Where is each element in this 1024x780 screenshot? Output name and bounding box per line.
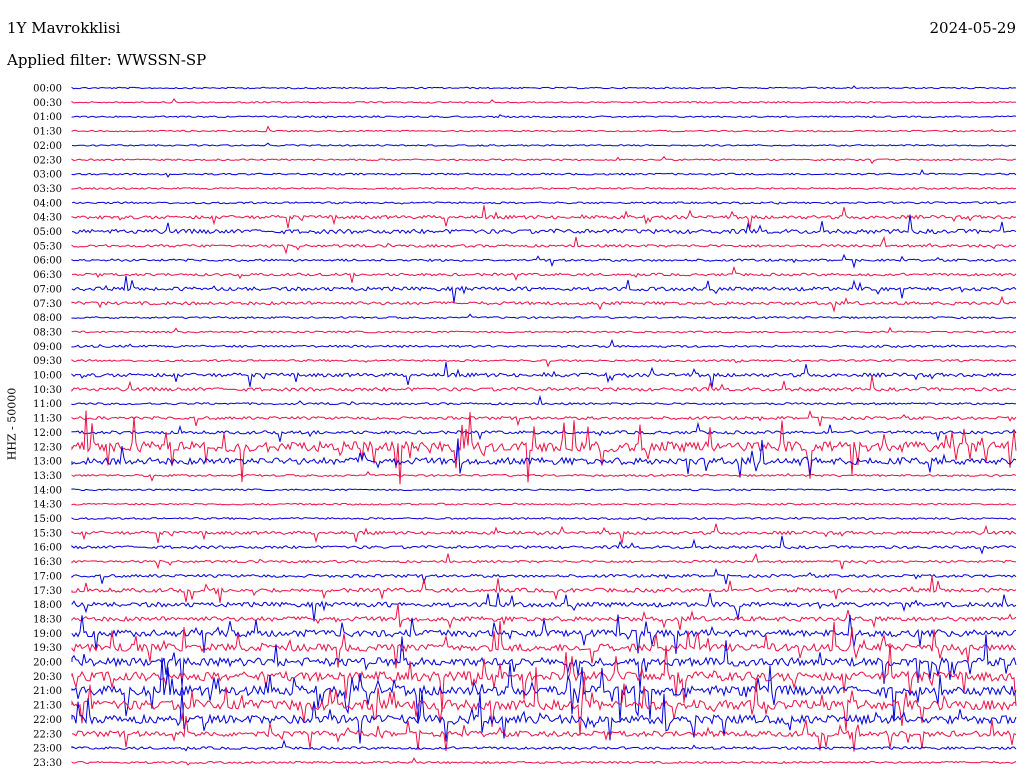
seismic-trace — [71, 200, 1017, 205]
row-time-label: 13:30 — [33, 471, 62, 482]
seismic-trace — [71, 313, 1017, 320]
row-time-label: 19:30 — [33, 643, 62, 654]
row-time-label: 11:00 — [33, 399, 62, 410]
seismic-trace — [71, 125, 1017, 133]
seismic-trace — [71, 535, 1017, 555]
seismic-trace — [71, 757, 1017, 766]
seismic-trace — [71, 338, 1017, 349]
row-time-label: 15:30 — [33, 528, 62, 539]
row-time-label: 22:00 — [33, 715, 62, 726]
seismic-trace — [71, 603, 1017, 631]
seismic-trace — [71, 567, 1017, 585]
row-time-label: 08:00 — [33, 313, 62, 324]
row-time-label: 02:30 — [33, 155, 62, 166]
seismic-trace — [71, 409, 1017, 427]
row-time-label: 05:00 — [33, 227, 62, 238]
row-time-label: 01:30 — [33, 127, 62, 138]
seismic-trace — [71, 716, 1017, 752]
seismic-trace — [71, 576, 1017, 603]
seismic-trace — [71, 375, 1017, 393]
row-time-label: 06:00 — [33, 256, 62, 267]
seismic-trace — [71, 488, 1017, 492]
seismic-trace — [71, 205, 1017, 229]
seismic-trace — [71, 502, 1017, 506]
row-time-label: 20:00 — [33, 658, 62, 669]
row-time-label: 20:30 — [33, 672, 62, 683]
seismic-trace — [71, 326, 1017, 334]
row-time-label: 03:30 — [33, 184, 62, 195]
row-time-label: 17:00 — [33, 571, 62, 582]
row-time-label: 01:00 — [33, 112, 62, 123]
row-time-label: 09:30 — [33, 356, 62, 367]
helicorder-plot: 00:00 00:30 01:00 01:30 02:00 02:30 03:00 03:30… — [33, 84, 1017, 769]
seismic-trace — [71, 690, 1017, 744]
seismic-trace — [71, 516, 1017, 521]
row-time-label: 22:30 — [33, 729, 62, 740]
seismic-trace — [71, 739, 1017, 752]
seismic-trace — [71, 275, 1017, 303]
row-time-label: 16:00 — [33, 543, 62, 554]
row-time-label: 02:00 — [33, 141, 62, 152]
row-time-label: 08:30 — [33, 327, 62, 338]
row-time-label: 04:00 — [33, 198, 62, 209]
seismic-trace — [71, 421, 1017, 442]
row-time-label: 21:00 — [33, 686, 62, 697]
row-time-label: 14:00 — [33, 485, 62, 496]
row-time-label: 07:00 — [33, 284, 62, 295]
seismic-trace — [71, 114, 1017, 119]
seismic-trace — [71, 85, 1017, 90]
seismic-trace — [71, 410, 1017, 485]
row-time-label: 11:30 — [33, 414, 62, 425]
seismic-trace — [71, 295, 1017, 313]
seismic-trace — [71, 552, 1016, 570]
row-time-label: 00:00 — [33, 84, 62, 95]
row-time-label: 23:00 — [33, 744, 62, 755]
row-time-label: 10:30 — [33, 385, 62, 396]
seismic-trace — [71, 358, 1017, 368]
row-time-label: 04:30 — [33, 213, 62, 224]
row-time-label: 03:00 — [33, 170, 62, 181]
row-time-label: 07:30 — [33, 299, 62, 310]
seismic-trace — [71, 235, 1017, 255]
seismic-trace — [71, 362, 1017, 388]
seismic-trace — [71, 186, 1017, 190]
row-time-label: 16:30 — [33, 557, 62, 568]
seismic-trace — [71, 265, 1017, 283]
seismic-trace — [71, 142, 1016, 147]
seismic-trace — [71, 657, 1017, 724]
row-time-label: 18:30 — [33, 614, 62, 625]
seismic-trace — [71, 168, 1017, 178]
row-time-label: 17:30 — [33, 586, 62, 597]
row-time-label: 13:00 — [33, 457, 62, 468]
row-time-label: 05:30 — [33, 241, 62, 252]
row-time-label: 06:30 — [33, 270, 62, 281]
row-time-label: 21:30 — [33, 701, 62, 712]
seismic-trace — [71, 523, 1017, 544]
seismic-trace — [71, 394, 1017, 406]
seismic-trace — [71, 156, 1016, 165]
seismic-trace — [71, 253, 1017, 269]
row-time-label: 19:00 — [33, 629, 62, 640]
row-time-label: 15:00 — [33, 514, 62, 525]
row-time-label: 18:00 — [33, 600, 62, 611]
row-time-label: 00:30 — [33, 98, 62, 109]
seismic-trace — [71, 97, 1017, 104]
row-time-label: 12:00 — [33, 428, 62, 439]
row-time-label: 12:30 — [33, 442, 62, 453]
row-time-label: 09:00 — [33, 342, 62, 353]
seismic-trace — [71, 470, 1017, 482]
row-time-label: 14:30 — [33, 500, 62, 511]
row-time-label: 23:30 — [33, 758, 62, 769]
row-time-label: 10:00 — [33, 371, 62, 382]
